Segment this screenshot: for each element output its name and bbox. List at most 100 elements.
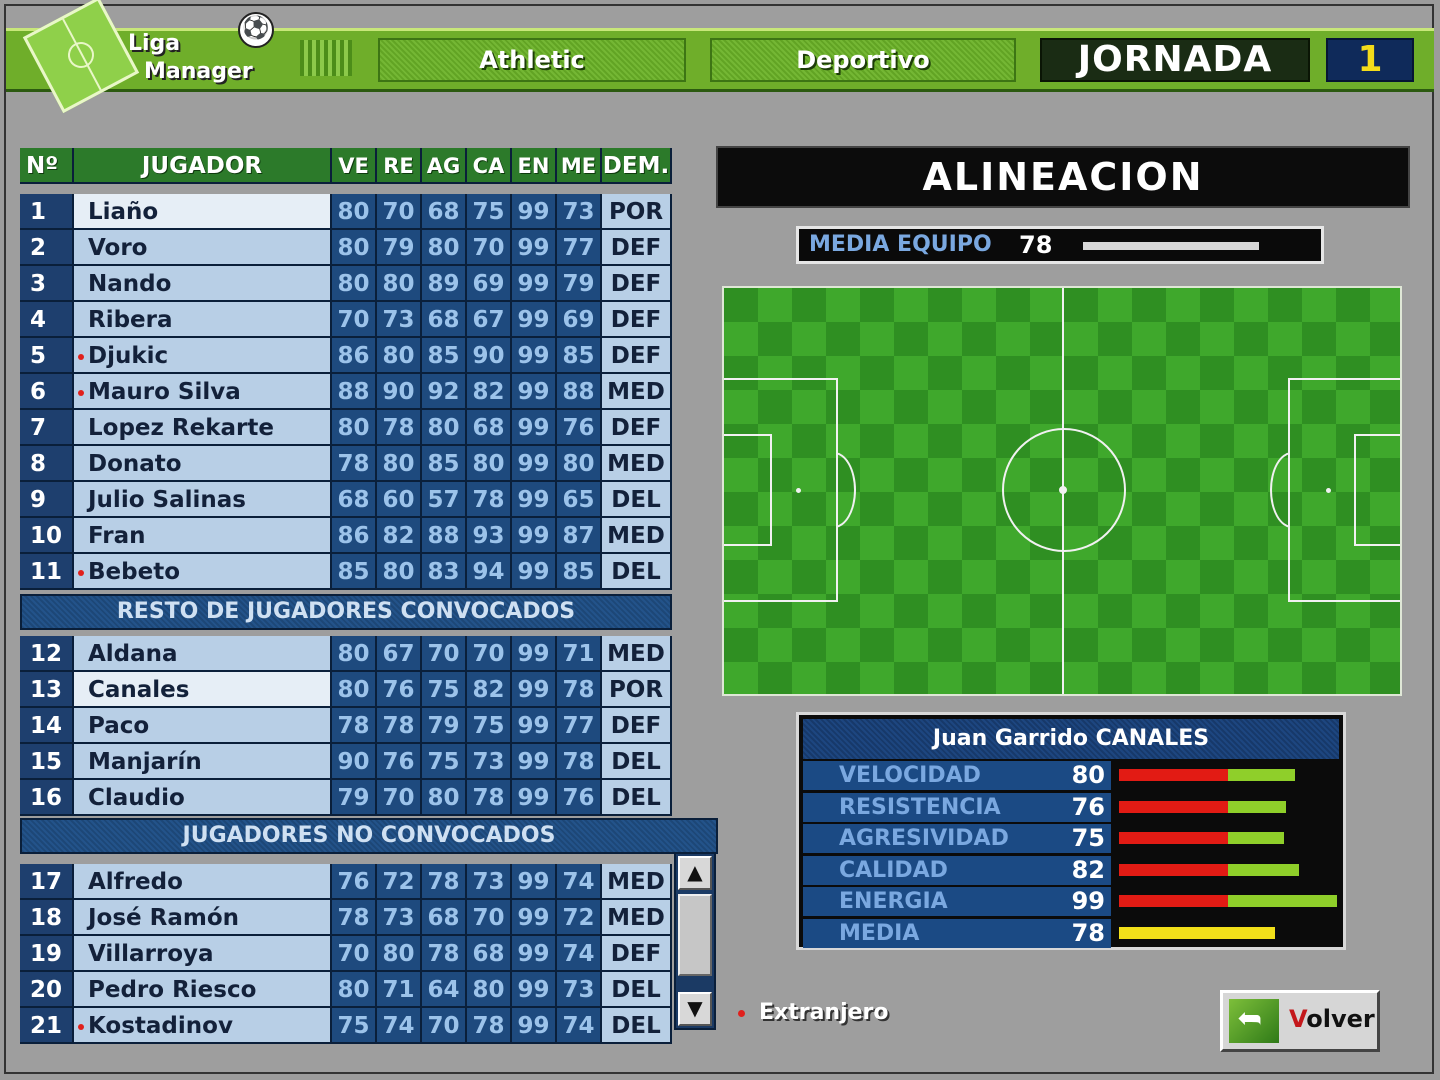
right-goal-area: [1354, 434, 1400, 546]
player-name[interactable]: Lopez Rekarte: [74, 410, 332, 446]
player-stat: 67: [467, 302, 512, 338]
player-name[interactable]: Donato: [74, 446, 332, 482]
column-header[interactable]: VE: [332, 148, 377, 184]
foreign-legend: Extranjero: [738, 1000, 889, 1025]
column-header[interactable]: Nº: [20, 148, 74, 184]
player-row[interactable]: 4 Ribera 70 73 68 67 99 69 DEF: [20, 302, 672, 338]
player-row[interactable]: 15 Manjarín 90 76 75 73 99 78 DEL: [20, 744, 672, 780]
scroll-thumb[interactable]: [678, 894, 712, 976]
lineup-pitch[interactable]: [722, 286, 1402, 696]
column-header[interactable]: DEM.: [602, 148, 672, 184]
scroll-down-arrow-icon[interactable]: ▼: [678, 992, 712, 1026]
player-name[interactable]: Alfredo: [74, 864, 332, 900]
player-stat: 76: [332, 864, 377, 900]
player-row[interactable]: 14 Paco 78 78 79 75 99 77 DEF: [20, 708, 672, 744]
player-row[interactable]: 9 Julio Salinas 68 60 57 78 99 65 DEL: [20, 482, 672, 518]
player-row[interactable]: 8 Donato 78 80 85 80 99 80 MED: [20, 446, 672, 482]
player-name[interactable]: Paco: [74, 708, 332, 744]
player-stat: 64: [422, 972, 467, 1008]
player-name[interactable]: Manjarín: [74, 744, 332, 780]
player-row[interactable]: 1 Liaño 80 70 68 75 99 73 POR: [20, 194, 672, 230]
player-name[interactable]: Julio Salinas: [74, 482, 332, 518]
player-name[interactable]: Fran: [74, 518, 332, 554]
player-stat: 80: [422, 780, 467, 816]
player-stat: 73: [377, 302, 422, 338]
player-stat: 75: [467, 708, 512, 744]
player-name[interactable]: José Ramón: [74, 900, 332, 936]
player-name-text: Mauro Silva: [88, 379, 241, 405]
player-name[interactable]: Bebeto: [74, 554, 332, 590]
player-position: DEL: [602, 780, 672, 816]
player-number: 2: [20, 230, 74, 266]
player-stat: 80: [377, 554, 422, 590]
column-header[interactable]: RE: [377, 148, 422, 184]
logo-line1: Liga: [128, 31, 181, 56]
player-row[interactable]: 2 Voro 80 79 80 70 99 77 DEF: [20, 230, 672, 266]
column-header[interactable]: AG: [422, 148, 467, 184]
player-row[interactable]: 6 Mauro Silva 88 90 92 82 99 88 MED: [20, 374, 672, 410]
player-stat: 76: [557, 780, 602, 816]
player-name[interactable]: Claudio: [74, 780, 332, 816]
player-position: DEL: [602, 744, 672, 780]
player-name-text: Kostadinov: [88, 1013, 233, 1039]
player-stat: 68: [422, 900, 467, 936]
player-stat: 92: [422, 374, 467, 410]
player-number: 19: [20, 936, 74, 972]
player-name-text: José Ramón: [88, 905, 240, 931]
home-team-label[interactable]: Athletic: [378, 38, 686, 82]
player-row[interactable]: 21 Kostadinov 75 74 70 78 99 74 DEL: [20, 1008, 672, 1044]
player-stat: 70: [422, 636, 467, 672]
attribute-row: AGRESIVIDAD 75: [803, 824, 1339, 854]
player-row[interactable]: 19 Villarroya 70 80 78 68 99 74 DEF: [20, 936, 672, 972]
list-scrollbar[interactable]: ▲ ▼: [674, 852, 716, 1030]
player-stat: 82: [467, 672, 512, 708]
player-name[interactable]: Aldana: [74, 636, 332, 672]
player-row[interactable]: 18 José Ramón 78 73 68 70 99 72 MED: [20, 900, 672, 936]
player-name[interactable]: Ribera: [74, 302, 332, 338]
away-team-label[interactable]: Deportivo: [710, 38, 1016, 82]
jornada-label: JORNADA: [1040, 38, 1310, 82]
player-name[interactable]: Canales: [74, 672, 332, 708]
attribute-label: ENERGIA: [803, 887, 1059, 916]
player-position: DEF: [602, 410, 672, 446]
player-name[interactable]: Pedro Riesco: [74, 972, 332, 1008]
player-stat: 75: [422, 744, 467, 780]
player-stat: 72: [557, 900, 602, 936]
player-name[interactable]: Kostadinov: [74, 1008, 332, 1044]
column-header[interactable]: ME: [557, 148, 602, 184]
player-position: DEL: [602, 482, 672, 518]
player-position: DEF: [602, 302, 672, 338]
player-row[interactable]: 3 Nando 80 80 89 69 99 79 DEF: [20, 266, 672, 302]
player-row[interactable]: 10 Fran 86 82 88 93 99 87 MED: [20, 518, 672, 554]
player-name[interactable]: Liaño: [74, 194, 332, 230]
column-header[interactable]: JUGADOR: [74, 148, 332, 184]
attribute-value: 78: [1059, 918, 1111, 948]
column-header[interactable]: CA: [467, 148, 512, 184]
player-stat: 94: [467, 554, 512, 590]
player-name[interactable]: Djukic: [74, 338, 332, 374]
player-name[interactable]: Nando: [74, 266, 332, 302]
player-position: MED: [602, 518, 672, 554]
player-name-text: Claudio: [88, 785, 185, 811]
player-stat: 80: [467, 972, 512, 1008]
player-name-text: Liaño: [88, 199, 159, 225]
player-row[interactable]: 13 Canales 80 76 75 82 99 78 POR: [20, 672, 672, 708]
player-name[interactable]: Mauro Silva: [74, 374, 332, 410]
media-equipo-panel: MEDIA EQUIPO 78: [796, 226, 1324, 264]
scroll-up-arrow-icon[interactable]: ▲: [678, 856, 712, 890]
player-name-text: Nando: [88, 271, 172, 297]
player-row[interactable]: 7 Lopez Rekarte 80 78 80 68 99 76 DEF: [20, 410, 672, 446]
player-row[interactable]: 17 Alfredo 76 72 78 73 99 74 MED: [20, 864, 672, 900]
player-row[interactable]: 12 Aldana 80 67 70 70 99 71 MED: [20, 636, 672, 672]
player-name[interactable]: Voro: [74, 230, 332, 266]
player-row[interactable]: 5 Djukic 86 80 85 90 99 85 DEF: [20, 338, 672, 374]
player-row[interactable]: 16 Claudio 79 70 80 78 99 76 DEL: [20, 780, 672, 816]
column-header[interactable]: EN: [512, 148, 557, 184]
player-name-text: Bebeto: [88, 559, 180, 585]
volver-button[interactable]: Volver: [1220, 990, 1380, 1052]
attribute-label: CALIDAD: [803, 855, 1059, 885]
player-row[interactable]: 20 Pedro Riesco 80 71 64 80 99 73 DEL: [20, 972, 672, 1008]
player-stat: 76: [377, 672, 422, 708]
player-row[interactable]: 11 Bebeto 85 80 83 94 99 85 DEL: [20, 554, 672, 590]
player-name[interactable]: Villarroya: [74, 936, 332, 972]
